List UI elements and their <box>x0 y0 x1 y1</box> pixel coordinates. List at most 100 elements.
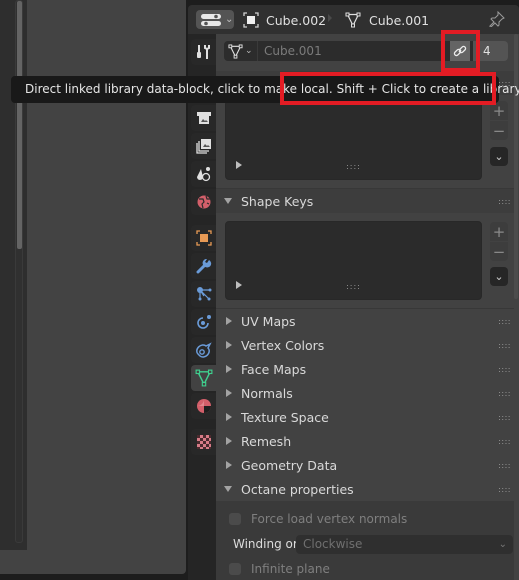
mesh-data-icon <box>228 43 243 59</box>
drag-handle-icon[interactable]: :::: <box>498 197 511 206</box>
material-icon <box>196 399 211 413</box>
winding-order-dropdown[interactable]: Clockwise ⌄ <box>296 535 513 554</box>
panel-shape-keys-header[interactable]: Shape Keys :::: <box>216 189 514 213</box>
panel-uv-maps-header[interactable]: UV Maps :::: <box>216 309 514 333</box>
tab-data[interactable] <box>191 365 216 391</box>
drag-handle-icon[interactable]: :::: <box>498 317 511 326</box>
force-load-vertex-normals-label: Force load vertex normals <box>251 512 408 526</box>
collapse-arrow-icon <box>226 317 232 325</box>
panel-shape-keys-label: Shape Keys <box>241 193 314 209</box>
users-count-field[interactable]: 4 <box>473 41 508 61</box>
collapse-arrow-icon <box>226 413 232 421</box>
properties-scrollbar[interactable] <box>514 34 519 580</box>
particles-icon <box>196 287 211 301</box>
panel-texture-space-label: Texture Space <box>241 409 329 425</box>
drag-handle-icon[interactable]: :::: <box>498 389 511 398</box>
tab-world[interactable] <box>191 189 216 215</box>
drag-handle-icon[interactable]: :::: <box>498 413 511 422</box>
browse-mesh-button[interactable]: ⌄ <box>224 41 258 61</box>
mesh-name: Cube.001 <box>369 12 430 28</box>
collapse-arrow-icon <box>226 365 232 373</box>
add-shape-key-button[interactable]: + <box>490 222 508 241</box>
breadcrumb-separator <box>328 14 332 22</box>
object-icon <box>243 12 259 28</box>
add-vertex-group-button[interactable]: + <box>490 101 508 120</box>
texture-icon <box>196 435 211 449</box>
drag-handle-icon[interactable]: :::: <box>498 437 511 446</box>
force-load-vertex-normals-row[interactable]: Force load vertex normals <box>229 512 407 526</box>
breadcrumb-mesh: Cube.001 <box>345 12 429 28</box>
collapse-arrow-icon <box>226 341 232 349</box>
vertex-group-specials-button[interactable]: ⌄ <box>490 147 508 166</box>
panel-remesh-header[interactable]: Remesh :::: <box>216 429 514 453</box>
panel-geometry-data-header[interactable]: Geometry Data :::: <box>216 453 514 477</box>
panel-remesh-label: Remesh <box>241 433 292 449</box>
chevron-down-icon: ⌄ <box>245 46 253 56</box>
tab-object[interactable] <box>191 225 216 251</box>
filter-toggle-icon[interactable] <box>236 161 242 169</box>
tab-texture[interactable] <box>191 429 216 455</box>
shape-keys-list[interactable]: :::: <box>225 221 482 300</box>
linked-library-button[interactable] <box>450 41 470 61</box>
infinite-plane-label: Infinite plane <box>251 562 330 576</box>
tab-physics[interactable] <box>191 309 216 335</box>
world-icon <box>197 195 210 209</box>
panel-vertex-colors-header[interactable]: Vertex Colors :::: <box>216 333 514 357</box>
tab-output[interactable] <box>191 133 216 159</box>
properties-tabs <box>188 34 216 580</box>
editor-type-button[interactable]: ⌄ <box>196 10 234 29</box>
shape-key-specials-button[interactable]: ⌄ <box>490 267 508 286</box>
remove-shape-key-button[interactable]: − <box>490 242 508 261</box>
output-icon <box>195 139 211 154</box>
panel-face-maps-label: Face Maps <box>241 361 307 377</box>
physics-icon <box>196 315 211 329</box>
panel-uv-maps-label: UV Maps <box>241 313 296 329</box>
panel-texture-space-header[interactable]: Texture Space :::: <box>216 405 514 429</box>
chevron-down-icon: ⌄ <box>498 539 507 550</box>
panel-normals-header[interactable]: Normals :::: <box>216 381 514 405</box>
constraints-icon <box>195 342 212 358</box>
tab-render[interactable] <box>191 105 216 131</box>
drag-handle-icon[interactable]: :::: <box>498 461 511 470</box>
properties-scrollbar-thumb[interactable] <box>514 34 518 299</box>
tooltip: Direct linked library data-block, click … <box>11 76 519 103</box>
properties-editor-icon <box>201 13 221 26</box>
vertex-groups-list[interactable]: :::: <box>225 100 482 180</box>
panel-vertex-colors-label: Vertex Colors <box>241 337 325 353</box>
remove-vertex-group-button[interactable]: − <box>490 121 508 140</box>
infinite-plane-checkbox[interactable] <box>229 563 241 575</box>
list-resize-grip-icon[interactable]: :::: <box>346 162 361 171</box>
datablock-name-field[interactable]: Cube.001 <box>258 41 474 61</box>
breadcrumb-object: Cube.002 <box>243 12 326 28</box>
panel-face-maps-header[interactable]: Face Maps :::: <box>216 357 514 381</box>
tab-view-layer[interactable] <box>191 161 216 187</box>
infinite-plane-row[interactable]: Infinite plane <box>229 562 330 576</box>
winding-order-label: Winding or.. <box>233 537 305 551</box>
drag-handle-icon[interactable]: :::: <box>498 341 511 350</box>
tab-modifiers[interactable] <box>191 253 216 279</box>
panel-octane-properties-label: Octane properties <box>241 481 354 497</box>
scene-icon <box>196 167 210 182</box>
left-scrollbar-thumb[interactable] <box>17 1 22 249</box>
tab-tool[interactable] <box>191 39 216 65</box>
winding-order-value: Clockwise <box>303 537 363 551</box>
link-icon <box>453 45 467 57</box>
filter-toggle-icon[interactable] <box>236 281 242 289</box>
tool-icon <box>196 45 210 59</box>
pin-icon[interactable] <box>489 11 505 27</box>
mesh-data-icon <box>195 369 212 387</box>
force-load-vertex-normals-checkbox[interactable] <box>229 513 241 525</box>
tooltip-text-primary: Direct linked library data-block, click … <box>25 82 333 96</box>
tab-particles[interactable] <box>191 281 216 307</box>
tab-material[interactable] <box>191 393 216 419</box>
mesh-datablock-selector: ⌄ Cube.001 <box>224 41 474 61</box>
drag-handle-icon[interactable]: :::: <box>498 365 511 374</box>
tab-constraints[interactable] <box>191 337 216 363</box>
panel-geometry-data-label: Geometry Data <box>241 457 338 473</box>
object-name: Cube.002 <box>266 12 327 28</box>
list-resize-grip-icon[interactable]: :::: <box>346 282 361 291</box>
panel-octane-properties-header[interactable]: Octane properties :::: <box>216 477 514 501</box>
tooltip-text-shortcut: Shift + Click to create a library overri… <box>336 82 519 96</box>
drag-handle-icon[interactable]: :::: <box>498 485 511 494</box>
mesh-data-icon <box>345 12 361 28</box>
